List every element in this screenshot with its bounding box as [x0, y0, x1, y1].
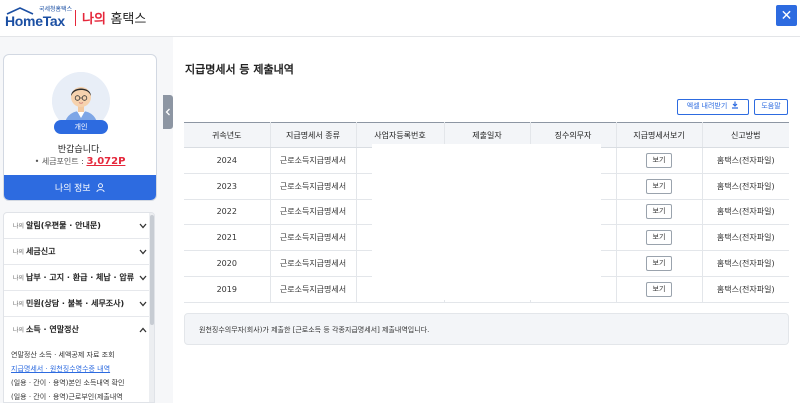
cell-type: 근로소득지급명세서 [270, 250, 357, 277]
cell-type: 근로소득지급명세서 [270, 173, 357, 200]
view-button[interactable]: 보기 [646, 204, 672, 220]
chevron-down-icon [139, 301, 147, 307]
profile-card: 개인 반갑습니다. • 세금포인트 : 3,072P 나의 정보 [3, 54, 157, 201]
my-info-label: 나의 정보 [54, 183, 91, 193]
view-button[interactable]: 보기 [646, 256, 672, 272]
menu-label: 납부 · 고지 · 환급 · 체납 · 압류 [26, 273, 135, 282]
chevron-up-icon [139, 327, 147, 333]
menu-prefix: 나의 [13, 275, 25, 282]
menu-prefix: 나의 [13, 327, 25, 334]
greeting-text: 반갑습니다. [57, 145, 103, 155]
cell-year: 2020 [184, 250, 271, 277]
cell-year: 2021 [184, 224, 271, 252]
help-button[interactable]: 도움말 [754, 99, 788, 115]
sidebar: 개인 반갑습니다. • 세금포인트 : 3,072P 나의 정보 나의 알림(우편… [0, 37, 164, 403]
excel-download-label: 엑셀 내려받기 [686, 103, 728, 110]
cell-method: 홈택스(전자파일) [702, 250, 789, 277]
chevron-left-icon [165, 108, 170, 116]
hometax-logo[interactable]: 국세청홈택스 HomeTax [5, 4, 75, 32]
sidebar-item-civil-service[interactable]: 나의 민원(상담 · 불복 · 세무조사) [4, 291, 149, 317]
close-button[interactable]: ✕ [776, 5, 797, 26]
menu-label: 민원(상담 · 불복 · 세무조사) [26, 299, 125, 308]
cell-year: 2024 [184, 147, 271, 174]
view-button[interactable]: 보기 [646, 152, 672, 168]
chevron-down-icon [139, 223, 147, 229]
column-header: 지급명세서보기 [616, 122, 703, 148]
column-header: 귀속년도 [184, 122, 271, 148]
column-header: 지급명세서 종류 [270, 122, 357, 148]
excel-download-button[interactable]: 엑셀 내려받기 [677, 99, 749, 115]
view-button[interactable]: 보기 [646, 281, 672, 297]
redacted-area [372, 144, 601, 300]
sidebar-item-income[interactable]: 나의 소득 · 연말정산 [4, 317, 149, 343]
menu-label: 알림(우편물 · 안내문) [26, 221, 101, 230]
sidebar-scrollbar[interactable] [149, 213, 154, 402]
sidebar-menu: 나의 알림(우편물 · 안내문) 나의 세금신고 나의 납부 · 고지 · 환급 · … [3, 212, 155, 403]
cell-view: 보기 [616, 173, 703, 200]
cell-view: 보기 [616, 250, 703, 277]
menu-label: 세금신고 [26, 247, 56, 256]
notice-box: 원천징수의무자(회사)가 제출한 [근로소득 등 각종지급명세서] 제출내역입니… [184, 313, 789, 345]
sidebar-item-tax-filing[interactable]: 나의 세금신고 [4, 239, 149, 265]
cell-year: 2023 [184, 173, 271, 200]
brand-title-rest: 홈택스 [110, 12, 147, 27]
cell-method: 홈택스(전자파일) [702, 147, 789, 174]
user-type-badge: 개인 [54, 120, 108, 134]
tax-points-label: • 세금포인트 : [34, 157, 84, 166]
page-brand-title: 나의 홈택스 [82, 8, 146, 27]
cell-type: 근로소득지급명세서 [270, 199, 357, 226]
scrollbar-thumb[interactable] [150, 215, 154, 325]
menu-prefix: 나의 [13, 301, 25, 308]
cell-year: 2019 [184, 276, 271, 303]
menu-prefix: 나의 [13, 223, 25, 230]
sidebar-item-notifications[interactable]: 나의 알림(우편물 · 안내문) [4, 213, 149, 239]
brand-title-accent: 나의 [82, 12, 106, 27]
cell-type: 근로소득지급명세서 [270, 276, 357, 303]
cell-year: 2022 [184, 199, 271, 226]
cell-view: 보기 [616, 147, 703, 174]
cell-view: 보기 [616, 276, 703, 303]
menu-prefix: 나의 [13, 249, 25, 256]
page-title: 지급명세서 등 제출내역 [185, 63, 294, 76]
submenu-item[interactable]: (일용 · 간이 · 용역)본인 소득내역 확인 [11, 378, 124, 388]
my-info-button[interactable]: 나의 정보 [4, 175, 156, 200]
person-icon [96, 183, 105, 192]
top-bar: 국세청홈택스 HomeTax 나의 홈택스 ✕ [0, 0, 800, 37]
cell-method: 홈택스(전자파일) [702, 199, 789, 226]
tax-points-value[interactable]: 3,072P [86, 156, 125, 167]
main-content: 지급명세서 등 제출내역 엑셀 내려받기 도움말 귀속년도 지급명세서 종류 사… [173, 37, 800, 403]
cell-type: 근로소득지급명세서 [270, 224, 357, 252]
cell-method: 홈택스(전자파일) [702, 224, 789, 252]
cell-view: 보기 [616, 224, 703, 252]
sidebar-item-payment[interactable]: 나의 납부 · 고지 · 환급 · 체납 · 압류 [4, 265, 149, 291]
logo-text: HomeTax [5, 13, 65, 29]
cell-type: 근로소득지급명세서 [270, 147, 357, 174]
view-button[interactable]: 보기 [646, 230, 672, 246]
column-header: 신고방법 [702, 122, 789, 148]
submenu-item[interactable]: (일용 · 간이 · 용역)근로부인(제출내역 [11, 392, 123, 402]
title-divider [75, 10, 76, 26]
submenu-item[interactable]: 연말정산 소득 · 세액공제 자료 조회 [11, 350, 115, 360]
sidebar-collapse-button[interactable] [163, 95, 173, 129]
close-icon: ✕ [780, 7, 793, 23]
cell-method: 홈택스(전자파일) [702, 173, 789, 200]
cell-view: 보기 [616, 199, 703, 226]
cell-method: 홈택스(전자파일) [702, 276, 789, 303]
download-icon [732, 101, 739, 109]
chevron-down-icon [139, 275, 147, 281]
tax-points: • 세금포인트 : 3,072P [4, 156, 156, 167]
menu-label: 소득 · 연말정산 [26, 325, 79, 334]
submenu-item-active[interactable]: 지급명세서 · 원천징수영수증 내역 [11, 364, 110, 374]
view-button[interactable]: 보기 [646, 178, 672, 194]
logo-subtitle: 국세청홈택스 [39, 6, 73, 13]
chevron-down-icon [139, 249, 147, 255]
